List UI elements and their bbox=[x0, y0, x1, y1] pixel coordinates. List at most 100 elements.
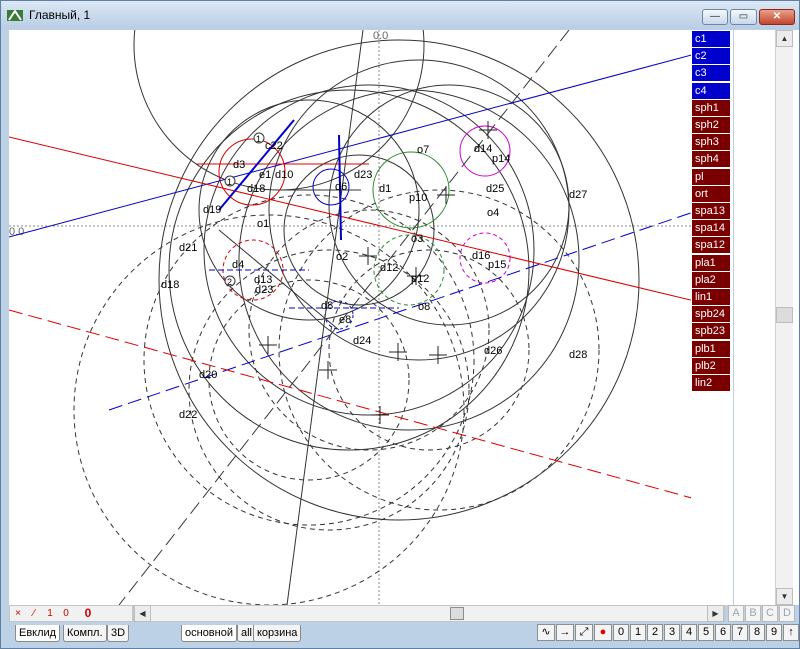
number-button-7[interactable]: 7 bbox=[732, 624, 748, 641]
pen-icon[interactable]: ∿ bbox=[537, 624, 555, 641]
view-c-button[interactable]: C bbox=[762, 605, 778, 622]
record-dot-icon[interactable]: ● bbox=[594, 624, 612, 641]
diagonal-arrow-icon[interactable]: ⤢ bbox=[575, 624, 593, 641]
label-d4: d4 bbox=[232, 259, 244, 271]
legend-item-lin1[interactable]: lin1 bbox=[692, 289, 730, 305]
legend-item-plb1[interactable]: plb1 bbox=[692, 340, 730, 357]
scroll-up-arrow[interactable]: ▲ bbox=[776, 30, 793, 47]
app-icon bbox=[7, 9, 23, 21]
legend-item-ort[interactable]: ort bbox=[692, 185, 730, 202]
legend-item-spb24[interactable]: spb24 bbox=[692, 306, 730, 323]
vertical-scroll-thumb[interactable] bbox=[776, 307, 793, 323]
legend-item-sph2[interactable]: sph2 bbox=[692, 117, 730, 133]
legend-item-pl[interactable]: pl bbox=[692, 168, 730, 185]
label-p10: p10 bbox=[409, 192, 427, 204]
number-button-up[interactable]: ↑ bbox=[783, 624, 799, 641]
number-button-8[interactable]: 8 bbox=[749, 624, 765, 641]
legend-item-c4[interactable]: c4 bbox=[692, 82, 730, 99]
label-d10: d10 bbox=[275, 169, 293, 181]
legend-item-c1[interactable]: c1 bbox=[692, 31, 730, 47]
label-d26: d26 bbox=[484, 345, 502, 357]
tab-complex[interactable]: Компл. bbox=[63, 625, 107, 642]
tab-euclid[interactable]: Евклид bbox=[15, 625, 61, 642]
label-d28: d28 bbox=[569, 349, 587, 361]
label-p14: p14 bbox=[492, 153, 510, 165]
red-line-1 bbox=[9, 136, 691, 301]
label-d18b: d18 bbox=[247, 183, 265, 195]
label-d3: d3 bbox=[233, 159, 245, 171]
legend-item-sph4[interactable]: sph4 bbox=[692, 151, 730, 168]
label-d23b: d23 bbox=[255, 284, 273, 296]
vertical-scrollbar-area: ▲ ▼ bbox=[734, 30, 799, 605]
label-d27: d27 bbox=[569, 189, 587, 201]
scroll-down-arrow[interactable]: ▼ bbox=[776, 588, 793, 605]
black-line-1 bbox=[286, 30, 364, 605]
legend-item-pla1[interactable]: pla1 bbox=[692, 254, 730, 271]
object-legend: c1 c2 c3 c4 sph1 sph2 sph3 sph4 pl ort spa13 spa14 s… bbox=[691, 30, 733, 605]
counter-display: 0 bbox=[84, 606, 92, 620]
legend-item-lin2[interactable]: lin2 bbox=[692, 375, 730, 391]
legend-item-c2[interactable]: c2 bbox=[692, 48, 730, 65]
legend-item-spa13[interactable]: spa13 bbox=[692, 203, 730, 219]
label-p15: p15 bbox=[488, 259, 506, 271]
label-d14: d14 bbox=[474, 143, 492, 155]
scroll-right-arrow[interactable]: ▶ bbox=[707, 605, 724, 622]
horizontal-scrollbar[interactable]: ◀ ▶ bbox=[133, 605, 725, 622]
label-d6: d6 bbox=[335, 181, 347, 193]
legend-item-spb23[interactable]: spb23 bbox=[692, 323, 730, 340]
view-a-button[interactable]: A bbox=[728, 605, 744, 622]
main-window: Главный, 1 — ▭ ✕ 0.0 0.0 c22 d3 d19 d21 … bbox=[0, 0, 800, 649]
view-d-button[interactable]: D bbox=[779, 605, 795, 622]
close-button[interactable]: ✕ bbox=[759, 9, 795, 25]
label-e1: e1 bbox=[259, 169, 271, 181]
blue-line-1 bbox=[9, 54, 691, 238]
number-button-3[interactable]: 3 bbox=[664, 624, 680, 641]
label-d18: d18 bbox=[161, 279, 179, 291]
black-segment-a bbox=[218, 229, 340, 331]
number-button-1[interactable]: 1 bbox=[630, 624, 646, 641]
label-c22: c22 bbox=[265, 140, 283, 152]
scroll-left-arrow[interactable]: ◀ bbox=[134, 605, 151, 622]
line-tool[interactable]: ∕ bbox=[28, 607, 40, 620]
legend-item-sph3[interactable]: sph3 bbox=[692, 134, 730, 151]
label-d21: d21 bbox=[179, 242, 197, 254]
maximize-button[interactable]: ▭ bbox=[730, 9, 757, 25]
legend-item-spa12[interactable]: spa12 bbox=[692, 237, 730, 254]
geometry-drawing: 0.0 0.0 c22 d3 d19 d21 d18 d20 d22 d4 o1… bbox=[9, 30, 691, 605]
plus-markers bbox=[259, 121, 497, 424]
number-button-2[interactable]: 2 bbox=[647, 624, 663, 641]
zero-tool[interactable]: 0 bbox=[60, 607, 72, 620]
number-button-6[interactable]: 6 bbox=[715, 624, 731, 641]
label-o7: o7 bbox=[417, 144, 429, 156]
tab-layer-main[interactable]: основной bbox=[181, 625, 237, 642]
tab-layer-trash[interactable]: корзина bbox=[253, 625, 302, 642]
legend-item-c3[interactable]: c3 bbox=[692, 65, 730, 82]
tab-3d[interactable]: 3D bbox=[107, 625, 130, 642]
drawing-canvas[interactable]: 0.0 0.0 c22 d3 d19 d21 d18 d20 d22 d4 o1… bbox=[9, 30, 691, 605]
label-o8: o8 bbox=[418, 301, 430, 313]
number-button-5[interactable]: 5 bbox=[698, 624, 714, 641]
arrow-right-icon[interactable]: → bbox=[556, 624, 574, 641]
svg-text:1: 1 bbox=[227, 177, 232, 187]
vertical-scrollbar[interactable]: ▲ ▼ bbox=[775, 30, 793, 605]
minimize-button[interactable]: — bbox=[702, 9, 728, 25]
legend-item-pla2[interactable]: pla2 bbox=[692, 271, 730, 288]
label-d19: d19 bbox=[203, 204, 221, 216]
window-title: Главный, 1 bbox=[29, 8, 91, 22]
number-button-4[interactable]: 4 bbox=[681, 624, 697, 641]
horizontal-scroll-thumb[interactable] bbox=[450, 607, 464, 620]
label-d1: d1 bbox=[379, 183, 391, 195]
svg-text:1: 1 bbox=[256, 134, 261, 144]
label-e8: e8 bbox=[339, 314, 351, 326]
view-b-button[interactable]: B bbox=[745, 605, 761, 622]
legend-item-plb2[interactable]: plb2 bbox=[692, 357, 730, 374]
number-button-9[interactable]: 9 bbox=[766, 624, 782, 641]
label-d24: d24 bbox=[353, 335, 371, 347]
one-tool[interactable]: 1 bbox=[44, 607, 56, 620]
legend-item-sph1[interactable]: sph1 bbox=[692, 99, 730, 116]
number-button-0[interactable]: 0 bbox=[613, 624, 629, 641]
numbered-markers: 1 1 2 bbox=[224, 132, 265, 287]
label-d23: d23 bbox=[354, 169, 372, 181]
legend-item-spa14[interactable]: spa14 bbox=[692, 220, 730, 237]
delete-tool[interactable]: × bbox=[12, 607, 24, 620]
